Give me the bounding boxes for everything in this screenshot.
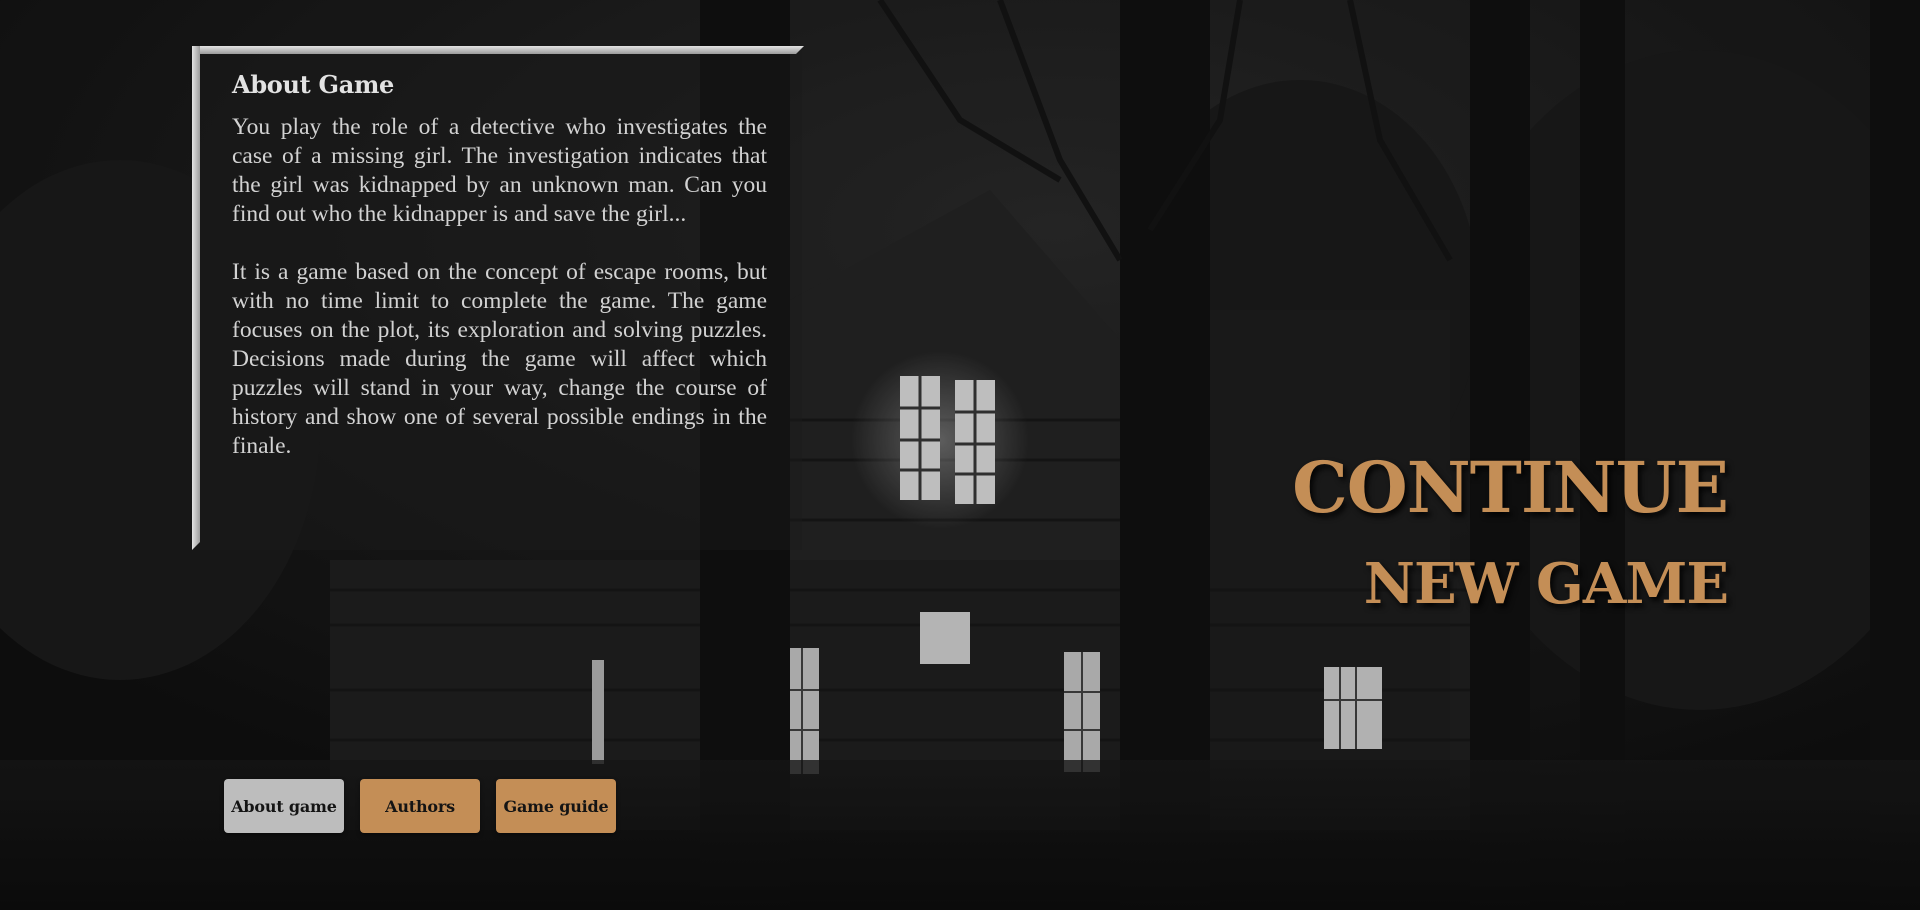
about-title: About Game <box>232 70 395 99</box>
bottom-button-bar: About game Authors Game guide <box>224 779 616 833</box>
about-panel-frame-top <box>192 46 804 54</box>
about-panel-frame-left <box>192 46 200 550</box>
about-paragraph-1: You play the role of a detective who inv… <box>232 114 767 227</box>
game-guide-button[interactable]: Game guide <box>496 779 616 833</box>
main-menu: CONTINUE NEW GAME <box>1292 448 1729 620</box>
about-content: About Game You play the role of a detect… <box>232 70 767 461</box>
about-paragraph-2: It is a game based on the concept of esc… <box>232 259 767 459</box>
about-game-button[interactable]: About game <box>224 779 344 833</box>
new-game-button[interactable]: NEW GAME <box>1292 548 1729 620</box>
authors-button[interactable]: Authors <box>360 779 480 833</box>
continue-button[interactable]: CONTINUE <box>1292 448 1729 528</box>
